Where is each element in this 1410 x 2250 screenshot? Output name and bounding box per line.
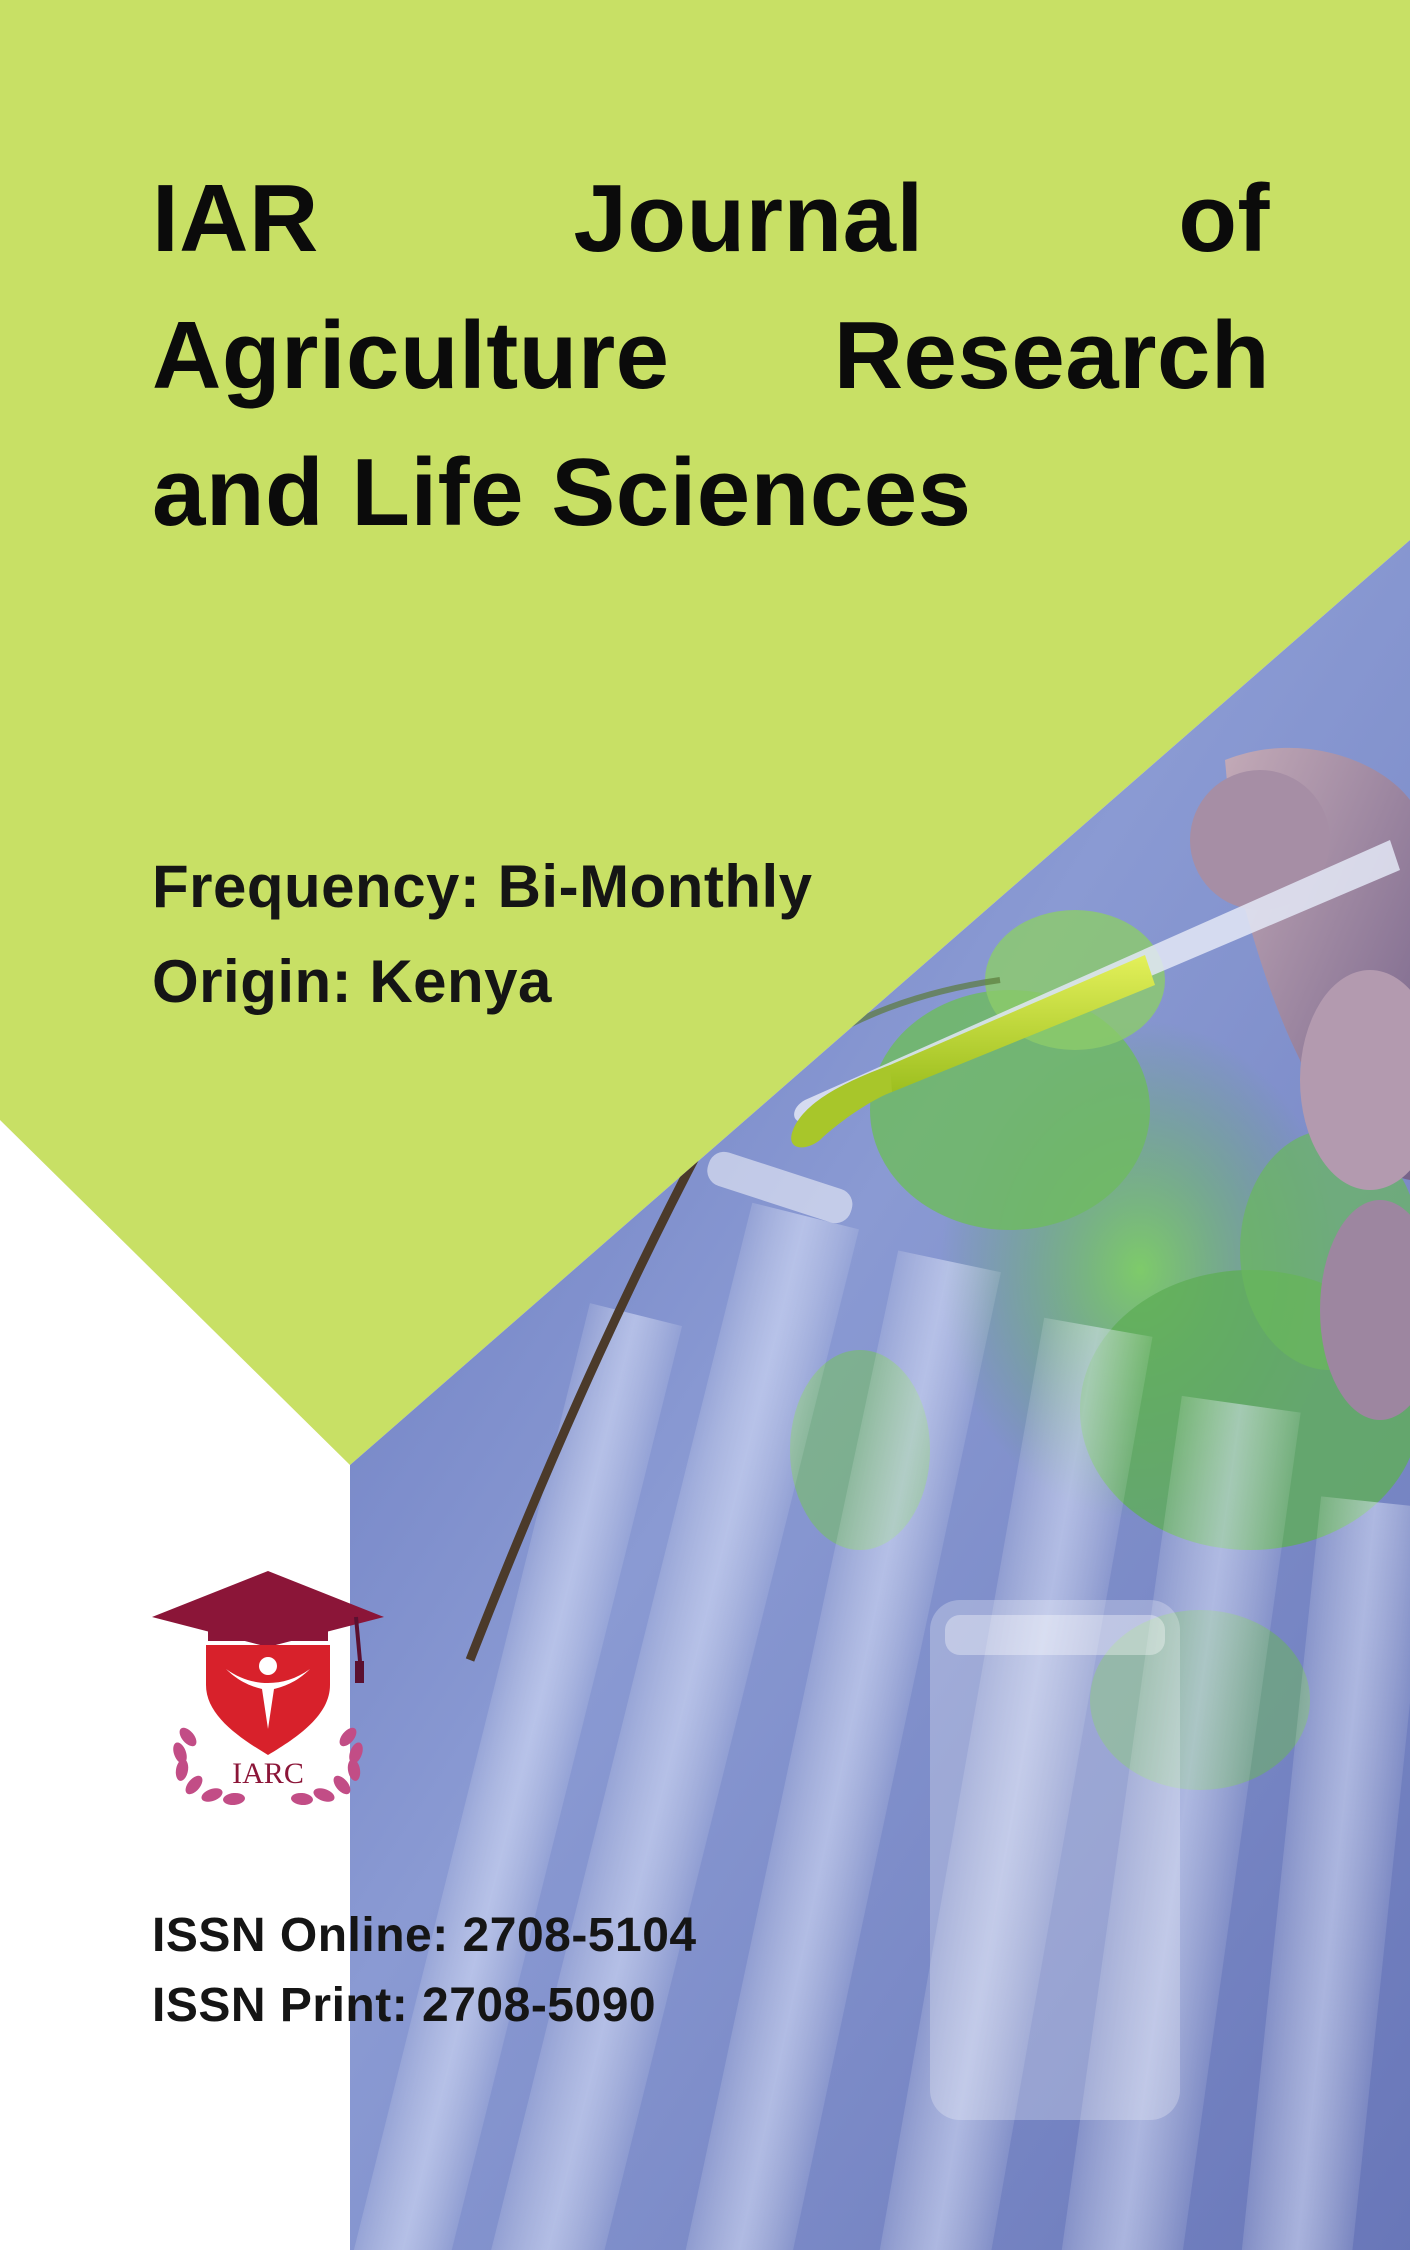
origin-value: Kenya xyxy=(369,948,552,1015)
issn-online-line: ISSN Online: 2708-5104 xyxy=(152,1908,697,1963)
journal-cover: IAR Journal of Agriculture Research and … xyxy=(0,0,1410,2250)
journal-title: IAR Journal of Agriculture Research and … xyxy=(152,165,1270,546)
issn-print-value: 2708-5090 xyxy=(422,1979,657,2032)
issn-online-label: ISSN Online: xyxy=(152,1909,449,1962)
iarc-logo: IARC xyxy=(152,1571,384,1805)
frequency-value: Bi-Monthly xyxy=(497,853,813,920)
origin-line: Origin: Kenya xyxy=(152,947,552,1016)
origin-label: Origin: xyxy=(152,948,353,1015)
frequency-line: Frequency: Bi-Monthly xyxy=(152,852,813,921)
issn-print-line: ISSN Print: 2708-5090 xyxy=(152,1978,656,2033)
issn-online-value: 2708-5104 xyxy=(462,1909,697,1962)
logo-text: IARC xyxy=(232,1757,304,1790)
issn-print-label: ISSN Print: xyxy=(152,1979,409,2032)
frequency-label: Frequency: xyxy=(152,853,481,920)
